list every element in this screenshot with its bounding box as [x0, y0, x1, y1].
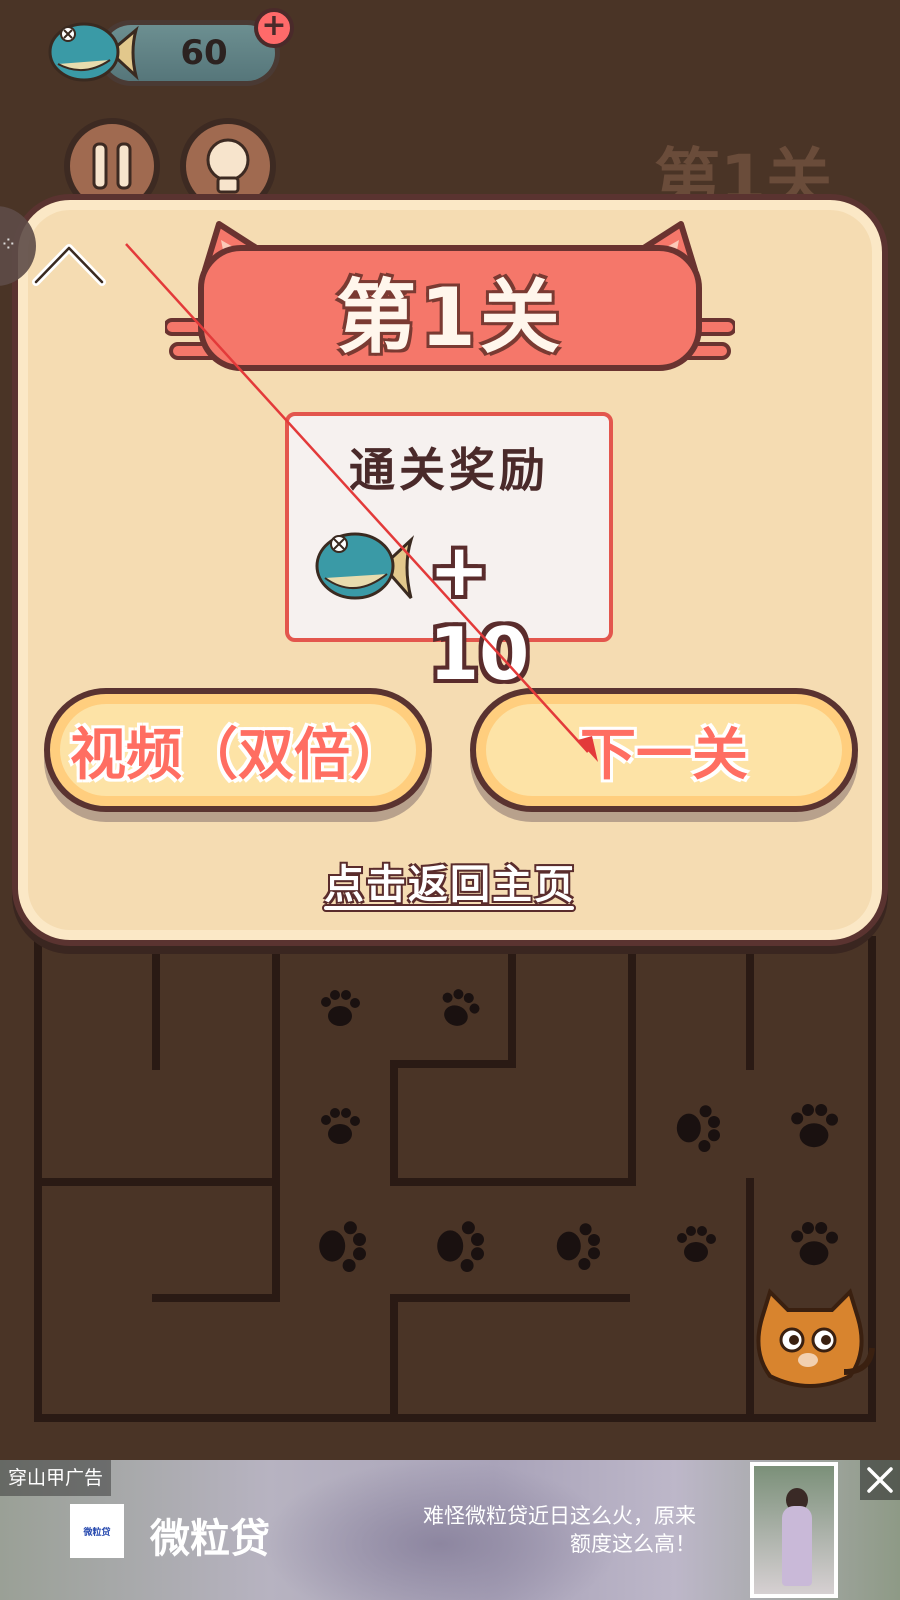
- coin-count: 60: [180, 33, 228, 73]
- reward-amount: + 10: [429, 528, 530, 696]
- paw-icon: [791, 1104, 838, 1148]
- add-coins-button[interactable]: +: [254, 8, 294, 48]
- ad-copy: 难怪微粒贷近日这么火，原来 额度这么高！: [400, 1502, 696, 1558]
- paw-icon: [437, 1221, 484, 1272]
- fish-icon: [48, 22, 139, 82]
- dialog-level-title: 第1关: [336, 271, 564, 364]
- return-home-underline: [322, 904, 576, 912]
- reward-title: 通关奖励: [349, 443, 549, 497]
- paw-icon: [791, 1222, 838, 1266]
- next-level-button[interactable]: 下一关: [470, 688, 858, 812]
- paw-icon: [321, 990, 360, 1026]
- paw-icon: [556, 1223, 601, 1271]
- paw-icon: [677, 1226, 716, 1262]
- close-icon: [867, 1467, 893, 1493]
- return-home-link[interactable]: 点击返回主页: [0, 852, 900, 910]
- paw-icon: [676, 1105, 721, 1153]
- watch-video-double-button[interactable]: 视频（双倍）: [44, 688, 432, 812]
- fish-icon: [315, 532, 415, 600]
- ad-logo-text: 微粒贷: [83, 1527, 111, 1538]
- grid-dots-icon: ⁘: [0, 232, 17, 256]
- ad-copy-line-1: 难怪微粒贷近日这么火，原来: [423, 1504, 696, 1528]
- next-level-label: 下一关: [580, 722, 748, 788]
- paw-icon: [321, 1108, 360, 1144]
- ad-brand-name: 微粒贷: [150, 1516, 270, 1562]
- ad-source-tag: 穿山甲广告: [0, 1460, 112, 1496]
- reward-panel: 通关奖励 + 10: [285, 412, 613, 696]
- ad-logo: 微粒贷: [70, 1504, 124, 1558]
- ad-close-button[interactable]: [860, 1460, 900, 1500]
- ad-copy-line-2: 额度这么高！: [570, 1532, 696, 1556]
- collapse-up-icon[interactable]: [30, 236, 108, 290]
- watch-video-double-label: 视频（双倍）: [70, 722, 406, 788]
- cat-icon: [756, 1288, 875, 1388]
- ad-thumbnail: [750, 1462, 838, 1598]
- paw-icon: [442, 989, 480, 1026]
- ad-banner[interactable]: 穿山甲广告 微粒贷 微粒贷 难怪微粒贷近日这么火，原来 额度这么高！: [0, 1460, 900, 1600]
- paw-icon: [319, 1221, 366, 1272]
